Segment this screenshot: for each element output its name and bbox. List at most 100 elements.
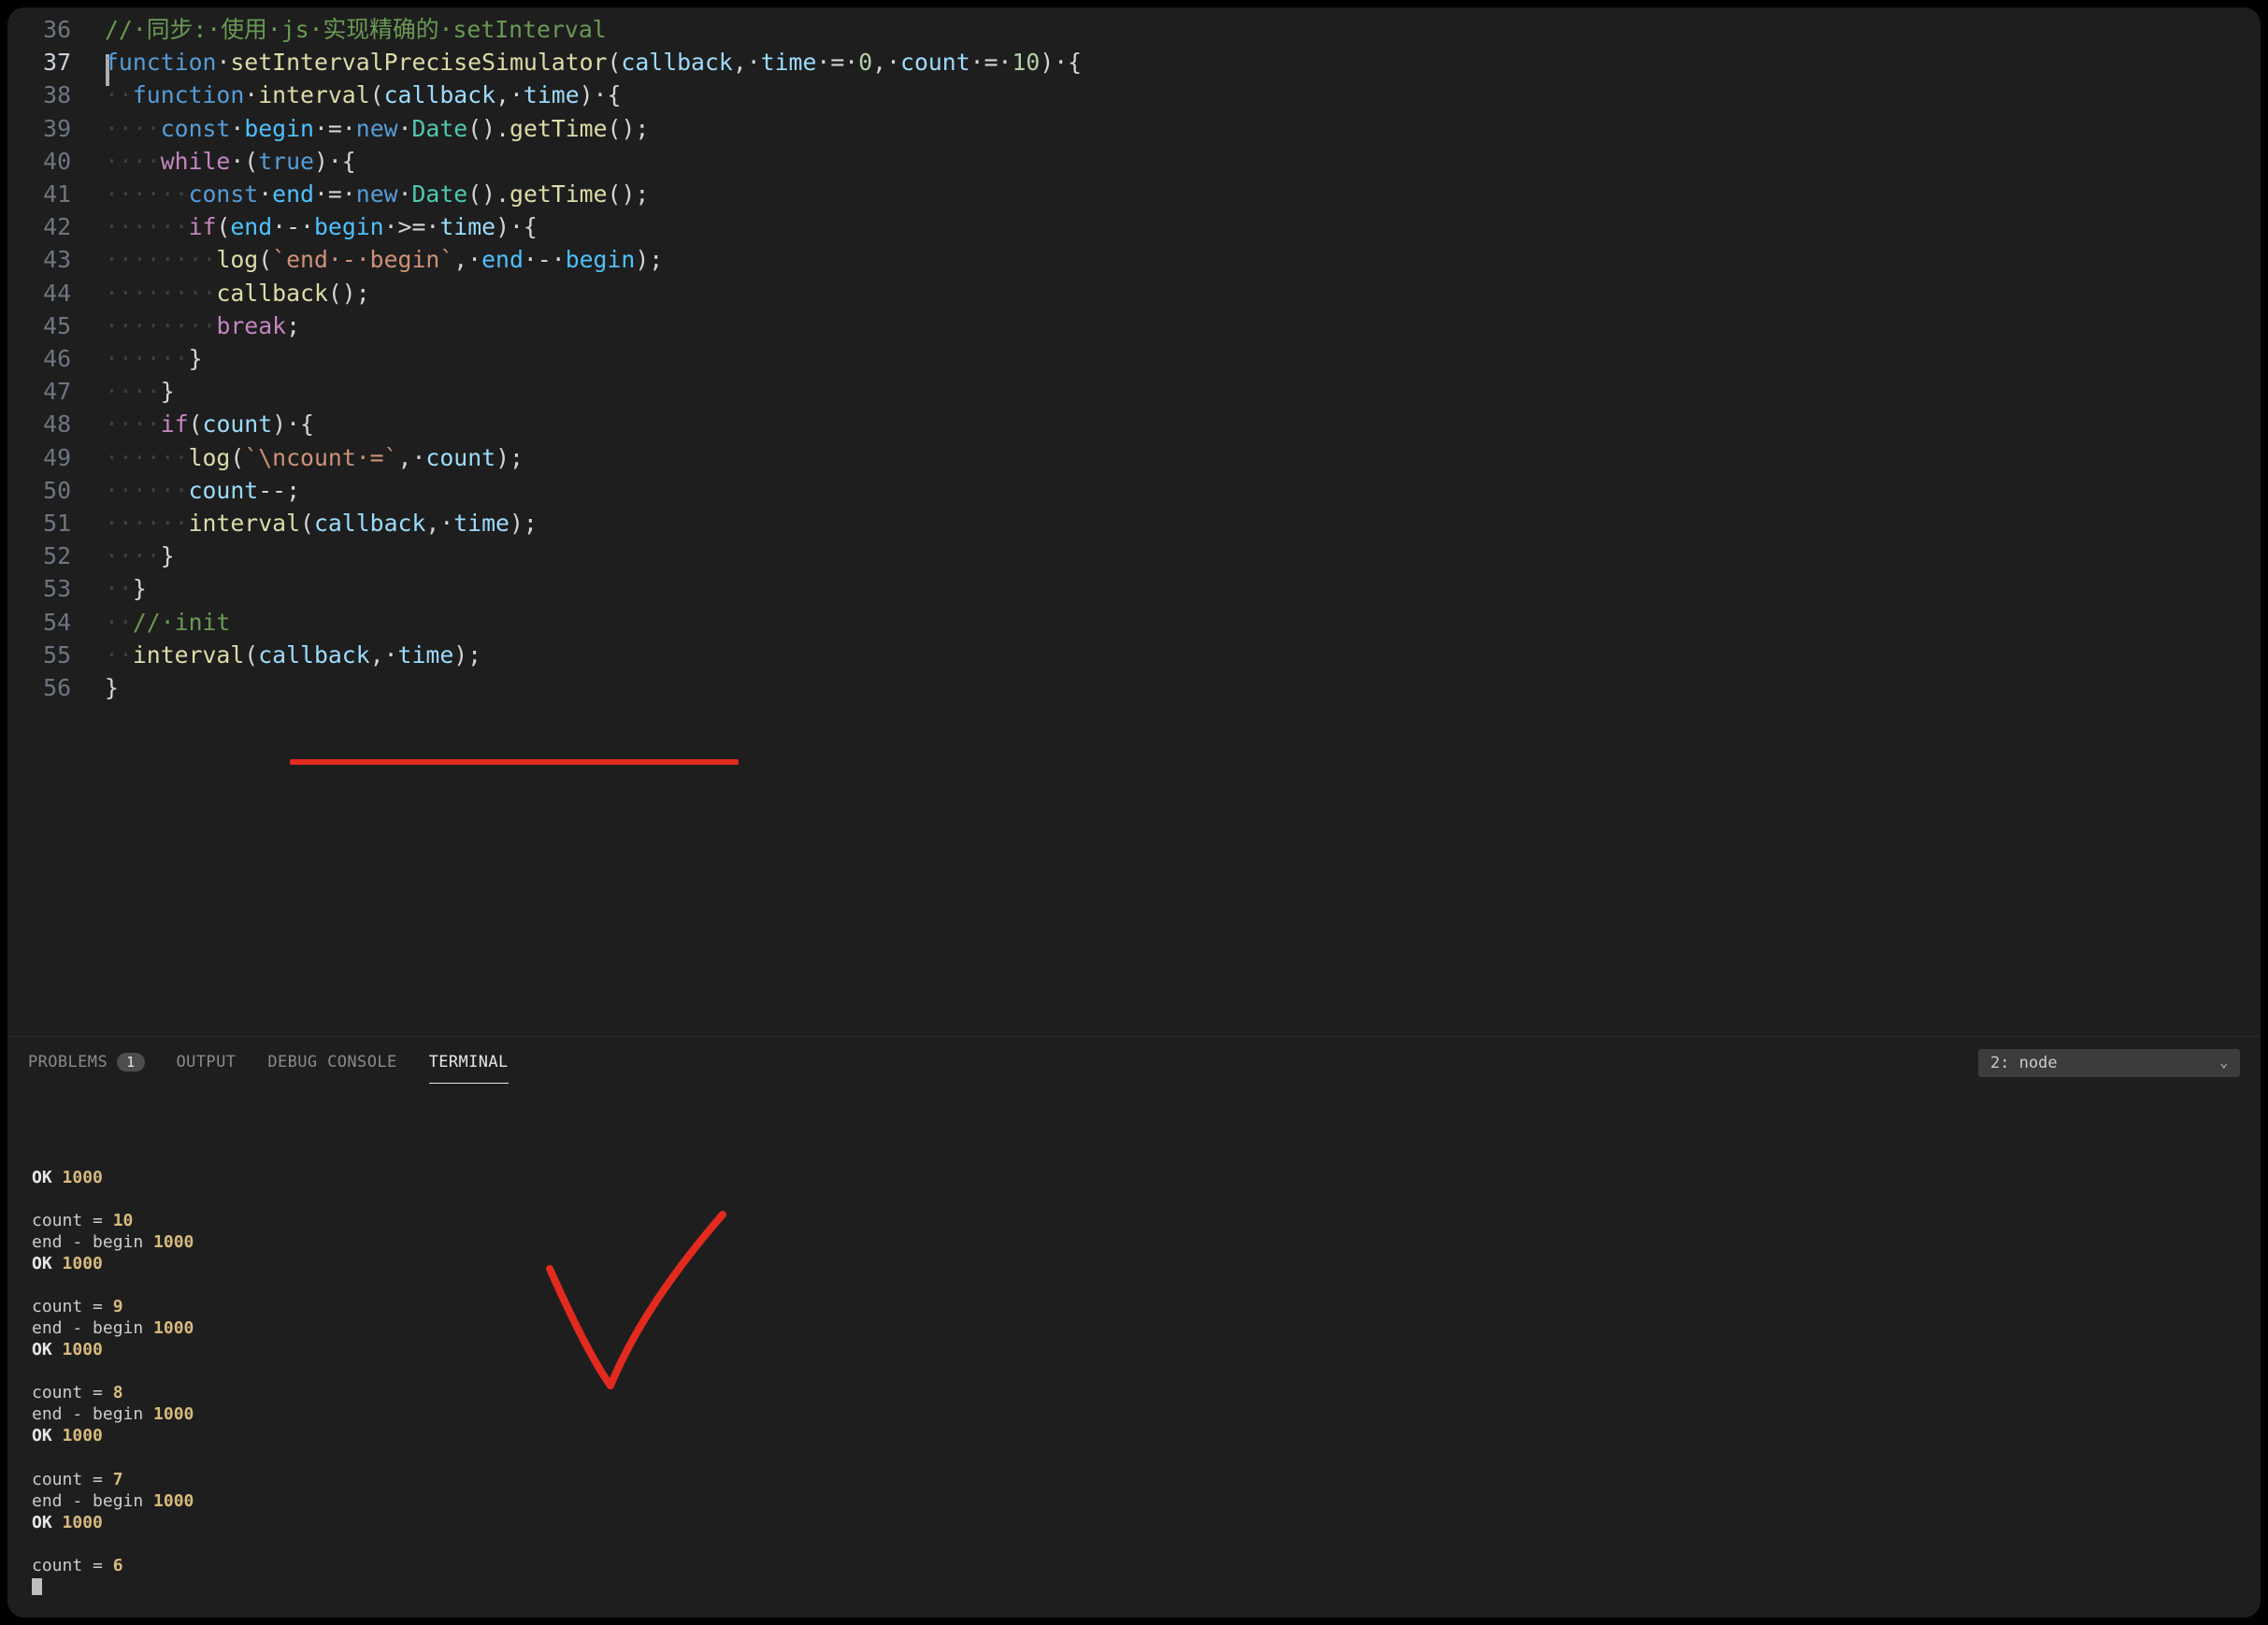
- code-line[interactable]: 55··interval(callback,·time);: [7, 639, 2261, 671]
- line-content: ··//·init: [105, 606, 230, 639]
- terminal-cursor-line: [32, 1576, 2236, 1598]
- code-line[interactable]: 48····if(count)·{: [7, 408, 2261, 440]
- terminal-line: OK 1000: [32, 1512, 2236, 1533]
- line-content: ··interval(callback,·time);: [105, 639, 481, 671]
- line-content: ······log(`\ncount·=`,·count);: [105, 441, 524, 474]
- tab-debug-label: DEBUG CONSOLE: [267, 1053, 396, 1071]
- tab-terminal[interactable]: TERMINAL: [429, 1043, 509, 1084]
- terminal-line: OK 1000: [32, 1253, 2236, 1274]
- terminal-line: [32, 1533, 2236, 1555]
- tab-debug-console[interactable]: DEBUG CONSOLE: [267, 1043, 396, 1083]
- line-content: ······interval(callback,·time);: [105, 507, 538, 539]
- code-line[interactable]: 53··}: [7, 572, 2261, 605]
- line-number: 36: [7, 13, 105, 46]
- tab-output-label: OUTPUT: [177, 1053, 237, 1071]
- terminal-line: end - begin 1000: [32, 1490, 2236, 1512]
- terminal-line: count = 10: [32, 1210, 2236, 1231]
- line-number: 49: [7, 441, 105, 474]
- terminal-line: OK 1000: [32, 1425, 2236, 1446]
- line-content: ····}: [105, 375, 175, 408]
- line-number: 41: [7, 178, 105, 210]
- code-line[interactable]: 56}: [7, 671, 2261, 704]
- line-content: //·同步:·使用·js·实现精确的·setInterval: [105, 13, 607, 46]
- line-number: 40: [7, 145, 105, 178]
- line-number: 51: [7, 507, 105, 539]
- terminal-line: end - begin 1000: [32, 1403, 2236, 1425]
- code-line[interactable]: 42······if(end·-·begin·>=·time)·{: [7, 210, 2261, 243]
- code-line[interactable]: 39····const·begin·=·new·Date().getTime()…: [7, 112, 2261, 145]
- chevron-down-icon: ⌄: [2220, 1056, 2228, 1071]
- line-number: 53: [7, 572, 105, 605]
- line-number: 47: [7, 375, 105, 408]
- tab-output[interactable]: OUTPUT: [177, 1043, 237, 1083]
- code-line[interactable]: 46······}: [7, 342, 2261, 375]
- code-line[interactable]: 44········callback();: [7, 277, 2261, 309]
- terminal-selector-value: 2: node: [1990, 1054, 2058, 1072]
- terminal-line: OK 1000: [32, 1339, 2236, 1360]
- terminal-line: count = 6: [32, 1555, 2236, 1576]
- line-number: 44: [7, 277, 105, 309]
- terminal-output[interactable]: OK 1000 count = 10end - begin 1000OK 100…: [7, 1089, 2261, 1618]
- terminal-line: count = 7: [32, 1469, 2236, 1490]
- terminal-line: [32, 1188, 2236, 1210]
- line-number: 56: [7, 671, 105, 704]
- code-line[interactable]: 50······count--;: [7, 474, 2261, 507]
- line-content: ····while·(true)·{: [105, 145, 356, 178]
- terminal-cursor: [32, 1578, 42, 1595]
- annotation-underline: [290, 759, 739, 765]
- terminal-selector-dropdown[interactable]: 2: node ⌄: [1978, 1049, 2240, 1077]
- line-number: 37: [7, 46, 105, 79]
- code-line[interactable]: 38··function·interval(callback,·time)·{: [7, 79, 2261, 111]
- code-line[interactable]: 45········break;: [7, 309, 2261, 342]
- line-content: ····if(count)·{: [105, 408, 314, 440]
- code-line[interactable]: 52····}: [7, 539, 2261, 572]
- code-line[interactable]: 54··//·init: [7, 606, 2261, 639]
- line-content: ······}: [105, 342, 203, 375]
- terminal-line: [32, 1360, 2236, 1382]
- line-content: ····}: [105, 539, 175, 572]
- editor-window: 36//·同步:·使用·js·实现精确的·setInterval37functi…: [7, 7, 2261, 1618]
- terminal-line: count = 8: [32, 1382, 2236, 1403]
- code-lines: 36//·同步:·使用·js·实现精确的·setInterval37functi…: [7, 13, 2261, 704]
- code-line[interactable]: 36//·同步:·使用·js·实现精确的·setInterval: [7, 13, 2261, 46]
- line-content: ··function·interval(callback,·time)·{: [105, 79, 621, 111]
- line-number: 55: [7, 639, 105, 671]
- code-line[interactable]: 40····while·(true)·{: [7, 145, 2261, 178]
- code-line[interactable]: 41······const·end·=·new·Date().getTime()…: [7, 178, 2261, 210]
- line-content: ······const·end·=·new·Date().getTime();: [105, 178, 649, 210]
- line-content: ········log(`end·-·begin`,·end·-·begin);: [105, 243, 663, 276]
- line-content: ····const·begin·=·new·Date().getTime();: [105, 112, 649, 145]
- terminal-line: OK 1000: [32, 1167, 2236, 1188]
- line-number: 45: [7, 309, 105, 342]
- line-content: ······count--;: [105, 474, 300, 507]
- line-content: ········break;: [105, 309, 300, 342]
- terminal-line: end - begin 1000: [32, 1231, 2236, 1253]
- line-number: 48: [7, 408, 105, 440]
- terminal-line: count = 9: [32, 1296, 2236, 1317]
- line-content: ··}: [105, 572, 147, 605]
- line-content: ········callback();: [105, 277, 370, 309]
- line-number: 54: [7, 606, 105, 639]
- line-content: ······if(end·-·begin·>=·time)·{: [105, 210, 538, 243]
- code-line[interactable]: 47····}: [7, 375, 2261, 408]
- line-content: function·setIntervalPreciseSimulator(cal…: [105, 46, 1082, 79]
- line-number: 50: [7, 474, 105, 507]
- code-line[interactable]: 43········log(`end·-·begin`,·end·-·begin…: [7, 243, 2261, 276]
- terminal-line: [32, 1447, 2236, 1469]
- code-line[interactable]: 49······log(`\ncount·=`,·count);: [7, 441, 2261, 474]
- panel-tabs: PROBLEMS 1 OUTPUT DEBUG CONSOLE TERMINAL…: [7, 1037, 2261, 1089]
- code-line[interactable]: 51······interval(callback,·time);: [7, 507, 2261, 539]
- tab-terminal-label: TERMINAL: [429, 1053, 509, 1071]
- tab-problems[interactable]: PROBLEMS 1: [28, 1043, 145, 1083]
- terminal-line: [32, 1274, 2236, 1296]
- line-number: 39: [7, 112, 105, 145]
- line-number: 52: [7, 539, 105, 572]
- terminal-line: end - begin 1000: [32, 1317, 2236, 1339]
- line-content: }: [105, 671, 119, 704]
- code-line[interactable]: 37function·setIntervalPreciseSimulator(c…: [7, 46, 2261, 79]
- line-number: 46: [7, 342, 105, 375]
- code-editor[interactable]: 36//·同步:·使用·js·实现精确的·setInterval37functi…: [7, 7, 2261, 1036]
- problems-badge: 1: [117, 1053, 144, 1071]
- line-number: 38: [7, 79, 105, 111]
- bottom-panel: PROBLEMS 1 OUTPUT DEBUG CONSOLE TERMINAL…: [7, 1036, 2261, 1618]
